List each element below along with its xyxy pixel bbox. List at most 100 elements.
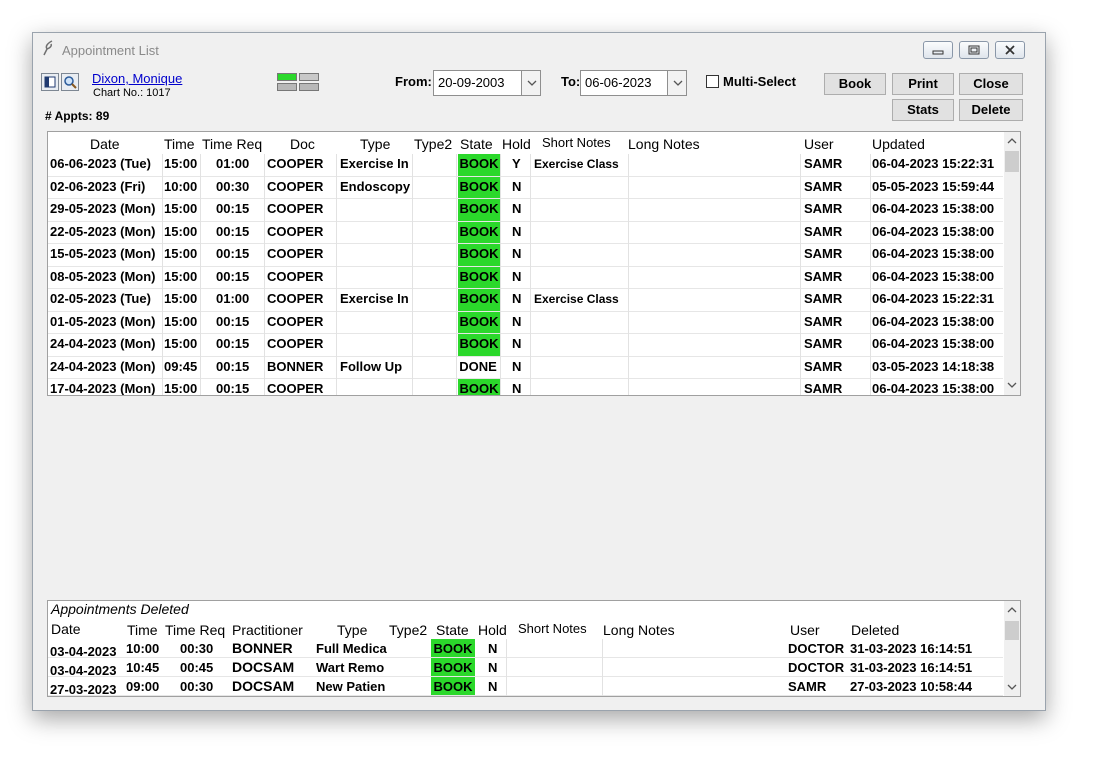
del-col-header-type[interactable]: Type	[337, 622, 367, 638]
table-row[interactable]: 24-04-2023 (Mon) 09:45 00:15 BONNER Follow U…	[48, 357, 1003, 379]
cell-time: 15:00	[164, 336, 198, 351]
table-row[interactable]: 06-06-2023 (Tue) 15:00 01:00 COOPER Exercise…	[48, 154, 1003, 176]
deleted-scrollbar[interactable]	[1004, 601, 1020, 696]
table-row[interactable]: 15-05-2023 (Mon) 15:00 00:15 COOPER BOOK N SAM…	[48, 244, 1003, 266]
cell-long-notes	[628, 244, 800, 266]
table-row[interactable]: 24-04-2023 (Mon) 15:00 00:15 COOPER BOOK N SAM…	[48, 334, 1003, 356]
table-row[interactable]: 29-05-2023 (Mon) 15:00 00:15 COOPER BOOK N SAM…	[48, 199, 1003, 221]
del-col-header-date[interactable]: Date	[51, 621, 81, 637]
panel-toggle-button[interactable]	[41, 73, 59, 91]
appointments-scroll-thumb[interactable]	[1005, 151, 1019, 172]
multi-select-label: Multi-Select	[723, 74, 796, 89]
scroll-up-icon[interactable]	[1007, 606, 1017, 614]
cell-long-notes	[628, 357, 800, 379]
to-date-dropdown[interactable]	[667, 70, 687, 96]
col-header-hold[interactable]: Hold	[502, 136, 531, 152]
table-row[interactable]: 02-05-2023 (Tue) 15:00 01:00 COOPER Exercise…	[48, 289, 1003, 311]
patient-name-link[interactable]: Dixon, Monique	[92, 71, 182, 86]
appointments-scrollbar[interactable]	[1004, 132, 1020, 395]
close-window-button[interactable]	[995, 41, 1025, 59]
cell-type2	[414, 177, 456, 199]
table-row[interactable]: 03-04-2023 10:45 00:45 DOCSAM Wart Remo BOOK N…	[48, 658, 1003, 678]
column-divider	[412, 154, 413, 395]
del-col-header-long-notes[interactable]: Long Notes	[603, 622, 675, 638]
cell-date: 06-06-2023 (Tue)	[50, 156, 151, 171]
col-header-time[interactable]: Time	[164, 136, 195, 152]
cell-type: Exercise In	[340, 291, 409, 306]
col-header-short-notes[interactable]: Short Notes	[542, 135, 611, 150]
table-row[interactable]: 27-03-2023 09:00 00:30 DOCSAM New Patien BOOK…	[48, 677, 1003, 696]
cell-type	[338, 244, 414, 266]
table-row[interactable]: 03-04-2023 10:00 00:30 BONNER Full Medica BOO…	[48, 639, 1003, 659]
del-col-header-state[interactable]: State	[436, 622, 469, 638]
cell-time: 10:45	[126, 660, 160, 675]
cell-time: 15:00	[164, 268, 198, 284]
cell-updated: 06-04-2023 15:22:31	[872, 156, 995, 171]
table-row[interactable]: 01-05-2023 (Mon) 15:00 00:15 COOPER BOOK N SAM…	[48, 311, 1003, 334]
cell-long-notes	[602, 677, 788, 696]
appointments-table[interactable]: Date Time Time Req Doc Type Type2 State …	[47, 131, 1021, 396]
cell-state: BOOK	[458, 221, 500, 244]
print-button[interactable]: Print	[892, 73, 954, 95]
cell-type	[338, 199, 414, 221]
del-col-header-practitioner[interactable]: Practitioner	[232, 622, 303, 638]
table-row[interactable]: 17-04-2023 (Mon) 15:00 00:15 COOPER BOOK N SAM…	[48, 379, 1003, 396]
del-col-header-deleted[interactable]: Deleted	[851, 622, 899, 638]
cell-type	[338, 267, 414, 289]
cell-long-notes	[602, 658, 788, 677]
del-col-header-type2[interactable]: Type2	[389, 622, 427, 638]
close-button[interactable]: Close	[959, 73, 1023, 95]
cell-type2	[414, 244, 456, 266]
col-header-type2[interactable]: Type2	[414, 136, 452, 152]
del-col-header-time[interactable]: Time	[127, 622, 158, 638]
scroll-down-icon[interactable]	[1007, 683, 1017, 691]
cell-practitioner: BONNER	[232, 640, 293, 656]
cell-state: BOOK	[458, 266, 500, 289]
table-row[interactable]: 02-06-2023 (Fri) 10:00 00:30 COOPER Endoscop…	[48, 176, 1003, 199]
cell-deleted: 31-03-2023 16:14:51	[850, 660, 973, 675]
from-date-dropdown[interactable]	[521, 70, 541, 96]
table-row[interactable]: 08-05-2023 (Mon) 15:00 00:15 COOPER BOOK N SAM…	[48, 266, 1003, 289]
cell-type: New Patien	[316, 679, 386, 694]
cell-state: DONE	[459, 358, 497, 374]
del-col-header-hold[interactable]: Hold	[478, 622, 507, 638]
col-header-type[interactable]: Type	[360, 136, 390, 152]
deleted-scroll-thumb[interactable]	[1005, 621, 1019, 640]
col-header-user[interactable]: User	[804, 136, 834, 152]
cell-date: 17-04-2023 (Mon)	[50, 381, 156, 396]
col-header-date[interactable]: Date	[90, 136, 120, 152]
stats-button[interactable]: Stats	[892, 99, 954, 121]
cell-doc: COOPER	[267, 291, 324, 306]
search-patient-button[interactable]	[61, 73, 79, 91]
del-col-header-user[interactable]: User	[790, 622, 820, 638]
cell-date: 24-04-2023 (Mon)	[50, 336, 156, 351]
to-date-field[interactable]: 06-06-2023	[580, 70, 668, 96]
cell-short-notes	[508, 658, 602, 677]
col-header-long-notes[interactable]: Long Notes	[628, 136, 700, 152]
del-col-header-short-notes[interactable]: Short Notes	[518, 621, 587, 636]
cell-type2	[388, 677, 430, 696]
cell-type	[338, 222, 414, 244]
minimize-button[interactable]	[923, 41, 953, 59]
cell-time: 15:00	[164, 223, 198, 239]
column-divider	[500, 154, 501, 395]
col-header-state[interactable]: State	[460, 136, 493, 152]
column-divider	[602, 639, 603, 696]
scroll-down-icon[interactable]	[1007, 381, 1017, 389]
maximize-button[interactable]	[959, 41, 989, 59]
multi-select-checkbox[interactable]	[706, 75, 719, 88]
scroll-up-icon[interactable]	[1007, 137, 1017, 145]
deleted-appointments-table[interactable]: Appointments Deleted Date Time Time Req …	[47, 600, 1021, 697]
col-header-time-req[interactable]: Time Req	[202, 136, 262, 152]
col-header-updated[interactable]: Updated	[872, 136, 925, 152]
table-row[interactable]: 22-05-2023 (Mon) 15:00 00:15 COOPER BOOK N SAM…	[48, 221, 1003, 244]
col-header-doc[interactable]: Doc	[290, 136, 315, 152]
del-col-header-time-req[interactable]: Time Req	[165, 622, 225, 638]
cell-date: 22-05-2023 (Mon)	[50, 223, 156, 239]
delete-button[interactable]: Delete	[959, 99, 1023, 121]
cell-updated: 06-04-2023 15:38:00	[872, 223, 995, 239]
from-date-field[interactable]: 20-09-2003	[433, 70, 523, 96]
cell-doc: BONNER	[267, 358, 324, 374]
row-divider	[48, 695, 1003, 696]
book-button[interactable]: Book	[824, 73, 886, 95]
